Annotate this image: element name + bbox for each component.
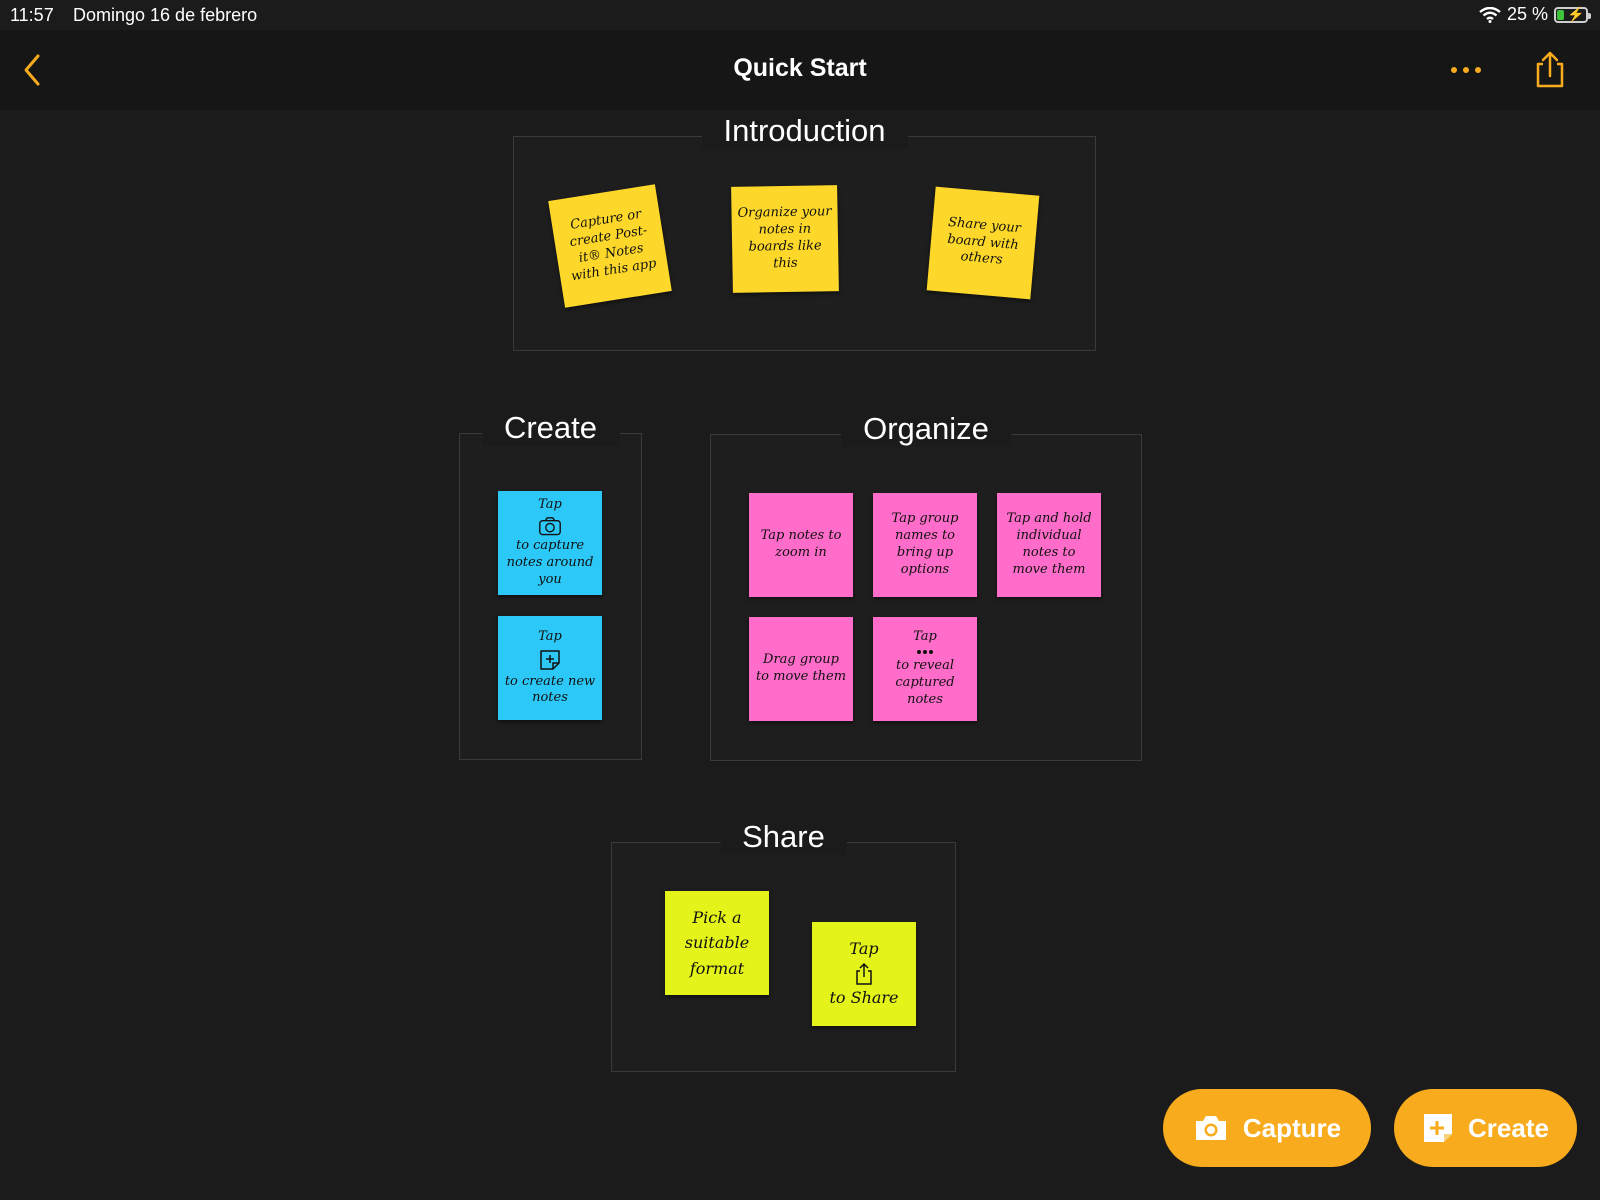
status-time: 11:57 <box>10 5 54 25</box>
add-note-icon <box>540 649 560 670</box>
group-title-share[interactable]: Share <box>720 819 847 855</box>
note-organize-reveal[interactable]: Tap to reveal captured notes <box>873 617 977 721</box>
camera-icon <box>1195 1116 1226 1140</box>
note-text: to Share <box>829 988 899 1007</box>
group-share[interactable]: Share Pick a suitable format Tap to Shar… <box>611 819 956 1072</box>
status-bar: 11:57 Domingo 16 de febrero 25 % ⚡ <box>0 0 1600 30</box>
ellipsis-icon <box>917 650 933 655</box>
create-label: Create <box>1468 1112 1549 1143</box>
battery-icon: ⚡ <box>1554 6 1591 23</box>
note-organize-zoom[interactable]: Tap notes to zoom in <box>749 493 853 597</box>
create-button[interactable]: Create <box>1394 1089 1577 1167</box>
note-intro-share[interactable]: Share your board with others <box>926 186 1040 300</box>
status-date: Domingo 16 de febrero <box>73 5 258 25</box>
capture-button[interactable]: Capture <box>1163 1089 1371 1167</box>
group-title-introduction[interactable]: Introduction <box>701 113 908 149</box>
group-title-create[interactable]: Create <box>481 410 620 446</box>
battery-percent: 25 % <box>1506 4 1548 24</box>
add-note-icon <box>1424 1114 1453 1142</box>
share-icon[interactable] <box>1530 50 1570 90</box>
note-text: Tap notes to zoom in <box>760 528 842 560</box>
note-text: to capture notes around you <box>506 538 594 588</box>
note-text: Tap <box>538 628 562 644</box>
note-share-format[interactable]: Pick a suitable format <box>665 891 769 995</box>
wifi-icon <box>1479 6 1501 23</box>
note-text: to reveal captured notes <box>895 658 955 707</box>
note-text: Tap <box>849 939 879 959</box>
note-organize-options[interactable]: Tap group names to bring up options <box>873 493 977 597</box>
nav-bar: Quick Start <box>0 30 1600 110</box>
note-text: Capture or create Post-it® Notes with th… <box>568 207 658 285</box>
note-text: Pick a suitable format <box>684 907 750 978</box>
group-create[interactable]: Create Tap to capture notes around you T… <box>459 410 642 760</box>
note-text: to create new notes <box>504 673 596 706</box>
note-text: Tap and hold individual notes to move th… <box>1006 511 1092 577</box>
note-organize-drag[interactable]: Drag group to move them <box>749 617 853 721</box>
note-text: Drag group to move them <box>755 652 847 684</box>
share-icon <box>856 962 872 985</box>
note-text: Tap <box>913 629 937 645</box>
note-intro-capture[interactable]: Capture or create Post-it® Notes with th… <box>548 184 672 308</box>
note-text: Tap <box>538 497 562 512</box>
note-create-new[interactable]: Tap to create new notes <box>498 616 602 720</box>
note-intro-organize[interactable]: Organize your notes in boards like this <box>731 185 839 293</box>
status-right: 25 % ⚡ <box>1479 4 1591 25</box>
note-organize-move[interactable]: Tap and hold individual notes to move th… <box>997 493 1101 597</box>
group-organize[interactable]: Organize Tap notes to zoom in Tap group … <box>710 411 1142 761</box>
group-title-organize[interactable]: Organize <box>841 411 1011 447</box>
note-text: Share your board with others <box>946 214 1022 269</box>
note-text: Organize your notes in boards like this <box>737 204 832 272</box>
note-create-capture[interactable]: Tap to capture notes around you <box>498 491 602 595</box>
note-text: Tap group names to bring up options <box>891 511 959 577</box>
camera-icon <box>539 517 561 536</box>
note-share-tap[interactable]: Tap to Share <box>812 922 916 1026</box>
page-title: Quick Start <box>733 54 867 82</box>
group-introduction[interactable]: Introduction Capture or create Post-it® … <box>513 113 1096 351</box>
ellipsis-icon[interactable] <box>1446 58 1486 82</box>
capture-label: Capture <box>1242 1112 1342 1143</box>
